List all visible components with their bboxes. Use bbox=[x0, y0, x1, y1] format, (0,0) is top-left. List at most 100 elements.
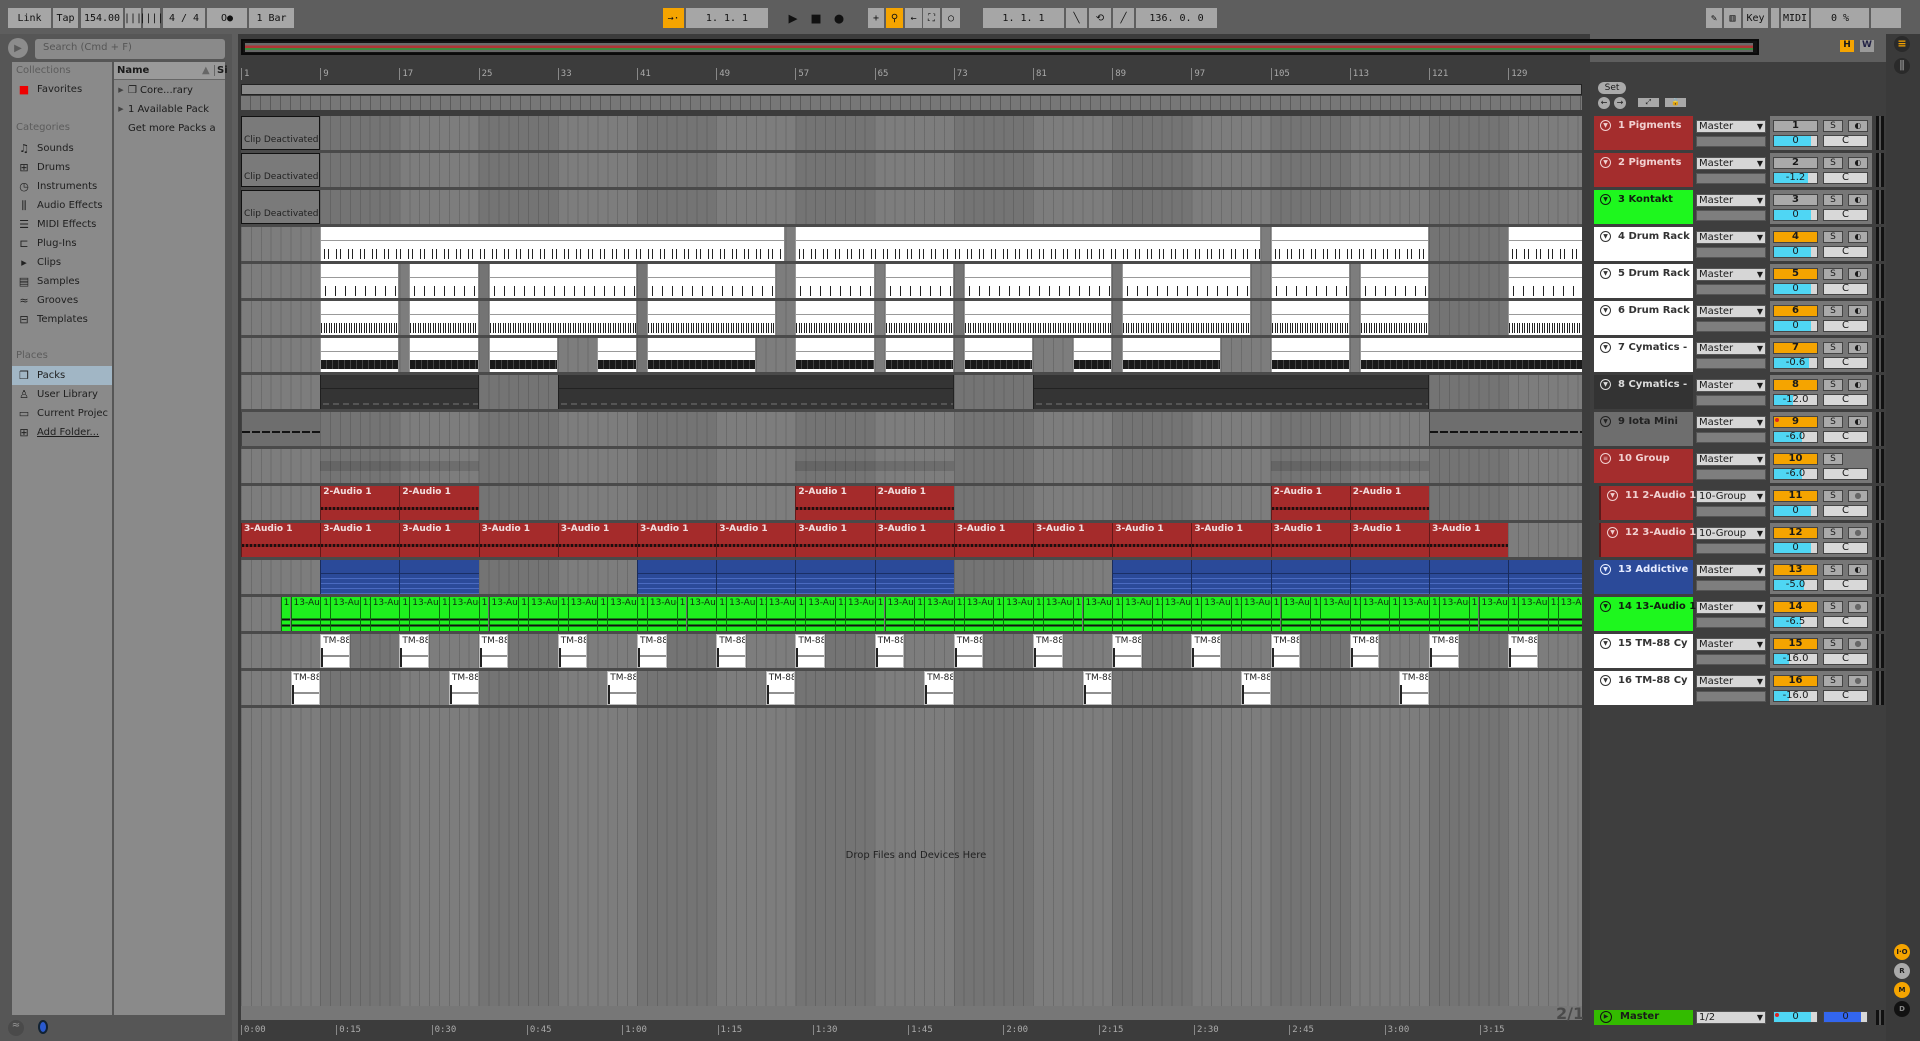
pan-knob[interactable]: C bbox=[1823, 690, 1868, 702]
clip[interactable]: TM-88 Cy bbox=[607, 671, 637, 705]
clip[interactable] bbox=[795, 264, 875, 298]
keyboard-icon[interactable]: ▥ bbox=[1724, 8, 1741, 28]
cue-volume[interactable]: 0 bbox=[1823, 1011, 1868, 1023]
clip[interactable]: TM-88 Cy bbox=[1429, 634, 1459, 668]
monitor-icon[interactable]: ◐ bbox=[1848, 157, 1868, 169]
pan-knob[interactable]: C bbox=[1823, 283, 1868, 295]
clip[interactable]: 13-Audio 1 bbox=[716, 597, 727, 631]
clip[interactable] bbox=[1033, 375, 1429, 409]
pan-knob[interactable]: C bbox=[1823, 394, 1868, 406]
list-item[interactable]: ▶ ❐ Core...rary bbox=[114, 81, 225, 99]
solo-button[interactable]: S bbox=[1823, 601, 1843, 613]
pan-knob[interactable]: C bbox=[1823, 320, 1868, 332]
clip[interactable] bbox=[795, 227, 1261, 261]
track-header[interactable]: ▼ 2 Pigments bbox=[1594, 153, 1693, 187]
io-toggle-icon[interactable]: I·O bbox=[1894, 944, 1910, 960]
track-activator-button[interactable]: 11 bbox=[1773, 490, 1818, 502]
clip[interactable]: 13-Audio 1 bbox=[439, 597, 449, 631]
clip[interactable]: 13-Audio 1 bbox=[1359, 597, 1390, 631]
solo-button[interactable]: S bbox=[1823, 527, 1843, 539]
track-lane[interactable]: Clip Deactivated bbox=[241, 116, 1582, 153]
clip[interactable] bbox=[320, 264, 400, 298]
clip[interactable] bbox=[1359, 338, 1582, 372]
clip[interactable] bbox=[1122, 338, 1222, 372]
clip[interactable] bbox=[1270, 461, 1429, 471]
next-locator-icon[interactable]: → bbox=[1614, 97, 1626, 109]
output-routing-dropdown[interactable]: Master ▼ bbox=[1696, 675, 1766, 688]
output-channel-box[interactable] bbox=[1696, 580, 1766, 591]
loop-length-field[interactable]: 136. 0. 0 bbox=[1136, 8, 1217, 28]
solo-button[interactable]: S bbox=[1823, 379, 1843, 391]
output-channel-box[interactable] bbox=[1696, 543, 1766, 554]
clip[interactable]: 2-Audio 1 bbox=[320, 486, 400, 520]
time-signature-field[interactable]: 4 / 4 bbox=[163, 8, 205, 28]
monitor-icon[interactable]: ◐ bbox=[1848, 416, 1868, 428]
clip[interactable]: 13-Audio 1 bbox=[1112, 597, 1123, 631]
output-routing-dropdown[interactable]: Master ▼ bbox=[1696, 601, 1766, 614]
track-header[interactable]: ▼ 13 Addictive bbox=[1594, 560, 1693, 594]
track-lane[interactable] bbox=[241, 338, 1582, 375]
output-channel-box[interactable] bbox=[1696, 136, 1766, 147]
clip[interactable]: 13-Audio 1 bbox=[1082, 597, 1113, 631]
clip[interactable]: 3-Audio 1 bbox=[1429, 523, 1509, 557]
track-activator-button[interactable]: 12 bbox=[1773, 527, 1818, 539]
expand-arrow-icon[interactable]: ▶ bbox=[114, 86, 128, 94]
output-channel-box[interactable] bbox=[1696, 321, 1766, 332]
clip[interactable]: 13-Audio 1 bbox=[1310, 597, 1321, 631]
groove-pool-icon[interactable]: ≈ bbox=[8, 1020, 24, 1036]
record-arm-icon[interactable]: ● bbox=[1848, 601, 1868, 613]
clip[interactable]: 13-Audio 1 bbox=[1161, 597, 1192, 631]
sidebar-item-samples[interactable]: ▤ Samples bbox=[12, 272, 112, 291]
clip[interactable]: TM-88 Cy bbox=[765, 671, 796, 705]
clip[interactable]: 13-Audio 1 bbox=[993, 597, 1004, 631]
output-channel-box[interactable] bbox=[1696, 395, 1766, 406]
fold-icon[interactable]: ▼ bbox=[1600, 601, 1611, 612]
fold-icon[interactable]: ▼ bbox=[1607, 527, 1618, 538]
clip[interactable] bbox=[1122, 301, 1251, 335]
clip[interactable]: 3-Audio 1 bbox=[874, 523, 954, 557]
output-channel-box[interactable] bbox=[1696, 691, 1766, 702]
volume-slider[interactable]: -16.0 bbox=[1773, 690, 1818, 702]
clip[interactable] bbox=[884, 264, 954, 298]
clip[interactable]: 13-Audio 1 bbox=[1349, 597, 1360, 631]
pan-knob[interactable]: C bbox=[1823, 653, 1868, 665]
output-routing-dropdown[interactable]: Master ▼ bbox=[1696, 453, 1766, 466]
output-channel-box[interactable] bbox=[1696, 247, 1766, 258]
clip[interactable] bbox=[1112, 560, 1192, 594]
loop-switch-icon[interactable]: ⟲ bbox=[1089, 8, 1111, 28]
clip[interactable]: TM-88 Cy bbox=[448, 671, 479, 705]
clip[interactable]: 13-Audio 1 bbox=[557, 597, 568, 631]
sidebar-item-current-projec[interactable]: ▭ Current Projec bbox=[12, 404, 112, 423]
track-lane[interactable] bbox=[241, 301, 1582, 338]
fold-icon[interactable]: ▼ bbox=[1607, 490, 1618, 501]
volume-slider[interactable]: 0 bbox=[1773, 320, 1818, 332]
clip[interactable]: 13-Audio 1 bbox=[953, 597, 964, 631]
track-header[interactable]: ▼ 15 TM-88 Cy bbox=[1594, 634, 1693, 668]
fold-icon[interactable]: ▼ bbox=[1600, 157, 1611, 168]
clip[interactable] bbox=[646, 338, 756, 372]
track-header[interactable]: ▼ 16 TM-88 Cy bbox=[1594, 671, 1693, 705]
delay-toggle-icon[interactable]: D bbox=[1894, 1001, 1910, 1017]
clip[interactable] bbox=[320, 227, 786, 261]
volume-slider[interactable]: -5.0 bbox=[1773, 579, 1818, 591]
output-channel-box[interactable] bbox=[1696, 617, 1766, 628]
track-header[interactable]: ▼ 12 3-Audio 1 bbox=[1599, 523, 1696, 557]
clip[interactable]: 13-Audio 1 bbox=[1438, 597, 1469, 631]
output-channel-box[interactable] bbox=[1696, 432, 1766, 443]
clip[interactable]: 3-Audio 1 bbox=[1270, 523, 1350, 557]
volume-slider[interactable]: -0.6 bbox=[1773, 357, 1818, 369]
list-item[interactable]: Get more Packs a bbox=[114, 119, 225, 137]
track-lane[interactable] bbox=[241, 449, 1582, 486]
track-lane[interactable]: TM-88 Cy TM-88 Cy TM-88 Cy TM-88 Cy TM-88 Cy… bbox=[241, 671, 1582, 708]
track-lane[interactable]: Clip Deactivated bbox=[241, 190, 1582, 227]
clip[interactable] bbox=[1429, 412, 1582, 446]
fold-icon[interactable]: ▼ bbox=[1600, 194, 1611, 205]
sidebar-item-midi-effects[interactable]: ☰ MIDI Effects bbox=[12, 215, 112, 234]
fold-icon[interactable]: ▼ bbox=[1600, 305, 1611, 316]
record-arm-icon[interactable]: ● bbox=[1848, 675, 1868, 687]
monitor-icon[interactable]: ◐ bbox=[1848, 564, 1868, 576]
clip[interactable]: TM-88 Cy bbox=[1082, 671, 1113, 705]
clip[interactable]: TM-88 Cy bbox=[478, 634, 509, 668]
clip[interactable]: 13-Audio 1 bbox=[1191, 597, 1202, 631]
clip[interactable]: 13-Audio 1 bbox=[1003, 597, 1033, 631]
